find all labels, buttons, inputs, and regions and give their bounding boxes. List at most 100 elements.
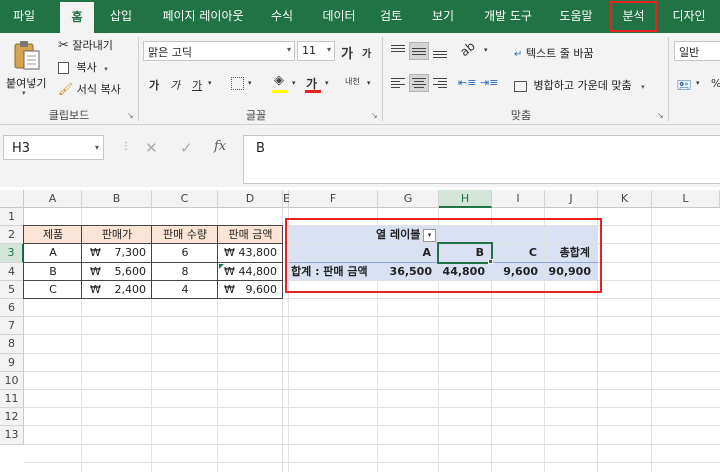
row-header[interactable]: 3 xyxy=(0,244,24,263)
copy-button[interactable]: 복사 ▾ xyxy=(58,59,108,75)
row-header[interactable]: 1 xyxy=(0,208,24,227)
accounting-format-icon[interactable]: 🖭 xyxy=(677,76,691,97)
enter-icon[interactable]: ✓ xyxy=(180,139,193,157)
table-border xyxy=(24,225,283,227)
increase-indent-icon[interactable]: ⇥≡ xyxy=(480,76,498,89)
font-color-dropdown-icon[interactable]: ▾ xyxy=(325,79,329,87)
product-cell[interactable]: A xyxy=(24,244,82,262)
formula-input[interactable]: B xyxy=(243,135,720,184)
qty-cell[interactable]: 4 xyxy=(152,281,218,299)
tab-data[interactable]: 데이터 xyxy=(312,0,366,33)
tab-insert[interactable]: 삽입 xyxy=(100,0,142,33)
format-painter-button[interactable]: 🖌 서식 복사 xyxy=(58,81,121,97)
column-header[interactable]: A xyxy=(24,190,82,208)
column-header[interactable]: G xyxy=(378,190,439,208)
merge-center-button[interactable]: 병합하고 가운데 맞춤 ▾ xyxy=(514,77,645,93)
table-header-cell[interactable]: 판매가 xyxy=(82,226,152,244)
tab-help[interactable]: 도움말 xyxy=(550,0,602,33)
product-cell[interactable]: C xyxy=(24,281,82,299)
border-icon[interactable] xyxy=(231,77,244,90)
column-header[interactable]: J xyxy=(545,190,598,208)
column-header[interactable]: H xyxy=(439,190,492,208)
product-cell[interactable]: B xyxy=(24,263,82,281)
row-header[interactable]: 4 xyxy=(0,262,24,281)
clipboard-launcher-icon[interactable]: ↘ xyxy=(127,111,134,120)
row-header[interactable]: 6 xyxy=(0,299,24,318)
worksheet-grid[interactable]: A B C D E F G H I J K L 1 2 3 4 5 6 7 8 9 10 11 12 13 제품 판매가 판매 수량 판… xyxy=(0,190,720,472)
top-align-icon[interactable] xyxy=(389,43,407,59)
font-launcher-icon[interactable]: ↘ xyxy=(371,111,378,120)
align-left-icon[interactable] xyxy=(389,75,407,91)
orientation-dropdown-icon[interactable]: ▾ xyxy=(484,46,488,54)
amount-cell[interactable]: 44,800 xyxy=(218,263,278,281)
middle-align-icon[interactable] xyxy=(409,42,429,60)
column-header[interactable]: C xyxy=(152,190,218,208)
row-header[interactable]: 13 xyxy=(0,426,24,445)
bold-button[interactable]: 가 xyxy=(149,77,159,93)
gridline xyxy=(24,461,720,463)
phonetic-button[interactable]: 내천 xyxy=(345,76,360,87)
price-cell[interactable]: 2,400 xyxy=(82,281,147,299)
tab-page-layout[interactable]: 페이지 레이아웃 xyxy=(150,0,256,33)
paste-button[interactable]: 붙여넣기 ▾ xyxy=(4,37,50,97)
row-header[interactable]: 11 xyxy=(0,390,24,409)
row-header[interactable]: 2 xyxy=(0,226,24,245)
font-size-select[interactable]: 11 ▾ xyxy=(297,41,335,61)
border-dropdown-icon[interactable]: ▾ xyxy=(248,79,252,87)
column-header[interactable]: B xyxy=(82,190,152,208)
accounting-dropdown-icon[interactable]: ▾ xyxy=(696,79,700,87)
tab-design[interactable]: 디자인 xyxy=(663,0,715,33)
price-cell[interactable]: 7,300 xyxy=(82,244,147,262)
font-name-select[interactable]: 맑은 고딕 ▾ xyxy=(143,41,295,61)
number-format-select[interactable]: 일반 xyxy=(674,41,720,61)
bottom-align-icon[interactable] xyxy=(431,43,449,59)
tab-analyze[interactable]: 분석 xyxy=(609,0,658,33)
table-header-cell[interactable]: 판매 수량 xyxy=(152,226,218,244)
row-header[interactable]: 7 xyxy=(0,317,24,336)
column-header[interactable]: D xyxy=(218,190,283,208)
column-header[interactable]: I xyxy=(492,190,545,208)
shrink-font-button[interactable]: 가 xyxy=(362,45,371,60)
tab-home[interactable]: 홈 xyxy=(60,2,94,33)
fill-dropdown-icon[interactable]: ▾ xyxy=(292,79,296,87)
tab-file[interactable]: 파일 xyxy=(4,0,44,33)
tab-review[interactable]: 검토 xyxy=(370,0,412,33)
amount-cell[interactable]: 43,800 xyxy=(218,244,278,262)
underline-button[interactable]: 가 xyxy=(192,77,202,93)
table-header-cell[interactable]: 제품 xyxy=(24,226,82,244)
price-cell[interactable]: 5,600 xyxy=(82,263,147,281)
cut-button[interactable]: ✂ 잘라내기 xyxy=(58,37,113,53)
table-header-cell[interactable]: 판매 금액 xyxy=(218,226,283,244)
underline-dropdown-icon[interactable]: ▾ xyxy=(208,79,212,87)
row-header[interactable]: 9 xyxy=(0,353,24,372)
name-box[interactable]: H3 ▾ xyxy=(3,135,104,160)
column-header[interactable]: L xyxy=(652,190,720,208)
column-header[interactable]: K xyxy=(598,190,652,208)
alignment-launcher-icon[interactable]: ↘ xyxy=(657,111,664,120)
percent-button[interactable]: % xyxy=(711,77,720,90)
cancel-icon[interactable]: ✕ xyxy=(145,139,158,157)
column-header[interactable]: F xyxy=(289,190,378,208)
insert-function-button[interactable]: fx xyxy=(214,139,226,154)
grow-font-button[interactable]: 가 xyxy=(341,43,353,62)
fill-color-icon[interactable]: ◈ xyxy=(274,73,284,88)
tab-developer[interactable]: 개발 도구 xyxy=(472,0,544,33)
tab-formulas[interactable]: 수식 xyxy=(260,0,304,33)
phonetic-dropdown-icon[interactable]: ▾ xyxy=(367,79,371,87)
decrease-indent-icon[interactable]: ⇤≡ xyxy=(458,76,476,89)
ribbon-tab-bar: 파일 홈 삽입 페이지 레이아웃 수식 데이터 검토 보기 개발 도구 도움말 … xyxy=(0,0,720,33)
row-header[interactable]: 10 xyxy=(0,371,24,390)
qty-cell[interactable]: 8 xyxy=(152,263,218,281)
row-header[interactable]: 5 xyxy=(0,280,24,299)
orientation-icon[interactable]: ab xyxy=(457,39,477,59)
qty-cell[interactable]: 6 xyxy=(152,244,218,262)
amount-cell[interactable]: 9,600 xyxy=(218,281,278,299)
wrap-text-button[interactable]: ↵ 텍스트 줄 바꿈 xyxy=(514,45,594,61)
italic-button[interactable]: 가 xyxy=(170,77,180,93)
tab-view[interactable]: 보기 xyxy=(420,0,466,33)
row-header[interactable]: 12 xyxy=(0,408,24,427)
align-center-icon[interactable] xyxy=(409,74,429,92)
align-right-icon[interactable] xyxy=(431,75,449,91)
row-header[interactable]: 8 xyxy=(0,335,24,354)
select-all-corner[interactable] xyxy=(0,190,24,208)
